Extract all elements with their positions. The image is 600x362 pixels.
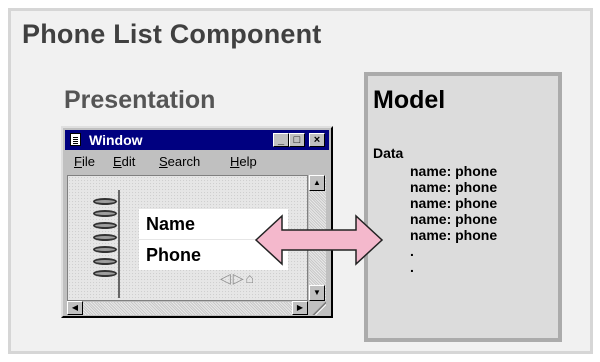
list-item: . — [410, 259, 414, 275]
nav-icons[interactable]: ◁▷⌂ — [220, 270, 256, 287]
double-arrow-icon — [254, 214, 384, 266]
data-label: Data — [373, 145, 404, 161]
model-data-list: name: phone name: phone name: phone name… — [410, 163, 497, 275]
list-item: name: phone — [410, 179, 498, 195]
component-title: Phone List Component — [22, 19, 322, 49]
window-title: Window — [89, 132, 143, 148]
horizontal-scrollbar[interactable]: ◀ ▶ — [67, 301, 308, 315]
menu-file[interactable]: File — [74, 154, 95, 169]
scroll-down-icon[interactable]: ▼ — [309, 285, 325, 301]
menu-edit[interactable]: Edit — [113, 154, 135, 169]
list-item: name: phone — [410, 163, 498, 179]
menu-help[interactable]: Help — [230, 154, 257, 169]
scroll-up-icon[interactable]: ▲ — [309, 175, 325, 191]
resize-grip-icon[interactable] — [309, 302, 326, 315]
maximize-button[interactable]: □ — [289, 133, 305, 147]
spiral-binding-icon — [93, 184, 117, 280]
menu-bar: File Edit Search Help — [65, 152, 329, 172]
minimize-button[interactable]: _ — [273, 133, 289, 147]
list-item: name: phone — [410, 227, 498, 243]
list-item: name: phone — [410, 211, 498, 227]
list-item: name: phone — [410, 195, 498, 211]
model-title: Model — [373, 86, 446, 114]
menu-search[interactable]: Search — [159, 154, 200, 169]
notebook-spine — [118, 190, 120, 298]
presentation-label: Presentation — [64, 86, 216, 114]
notepad-icon — [70, 133, 81, 146]
list-item: . — [410, 243, 414, 259]
bidirectional-arrow — [254, 214, 384, 266]
window-titlebar: Window _ □ × — [65, 130, 329, 150]
scroll-right-icon[interactable]: ▶ — [292, 301, 308, 315]
close-button[interactable]: × — [309, 133, 325, 147]
scroll-left-icon[interactable]: ◀ — [67, 301, 83, 315]
